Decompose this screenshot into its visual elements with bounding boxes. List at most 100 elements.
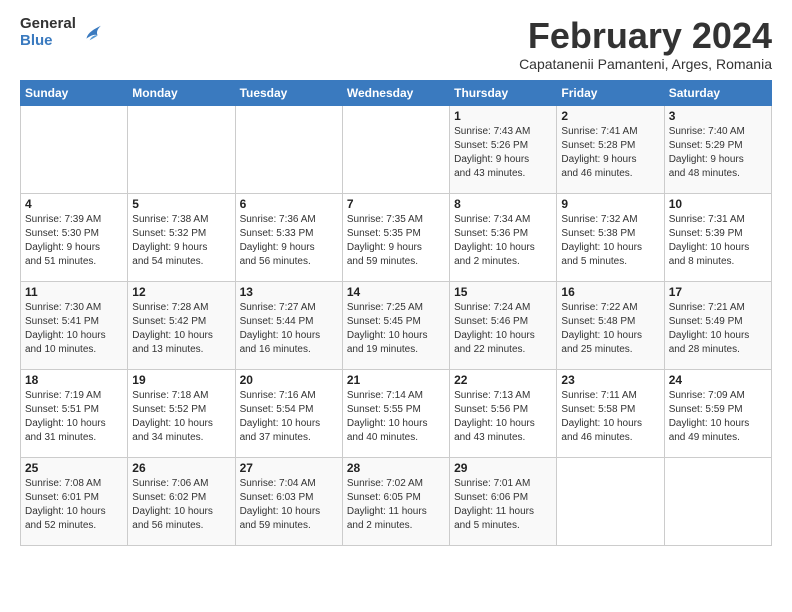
calendar-cell: 10 Sunrise: 7:31 AM Sunset: 5:39 PM Dayli… (664, 193, 771, 281)
day-info: Sunrise: 7:25 AM Sunset: 5:45 PM Dayligh… (347, 301, 445, 357)
day-info: Sunrise: 7:27 AM Sunset: 5:44 PM Dayligh… (240, 301, 338, 357)
calendar-cell (235, 105, 342, 193)
day-info: Sunrise: 7:21 AM Sunset: 5:49 PM Dayligh… (669, 301, 767, 357)
column-header-wednesday: Wednesday (342, 80, 449, 105)
column-header-saturday: Saturday (664, 80, 771, 105)
day-info: Sunrise: 7:28 AM Sunset: 5:42 PM Dayligh… (132, 301, 230, 357)
day-number: 12 (132, 285, 230, 299)
day-info: Sunrise: 7:39 AM Sunset: 5:30 PM Dayligh… (25, 213, 123, 269)
week-row-3: 11 Sunrise: 7:30 AM Sunset: 5:41 PM Dayli… (21, 281, 772, 369)
week-row-5: 25Sunrise: 7:08 AM Sunset: 6:01 PM Dayli… (21, 457, 772, 545)
column-header-monday: Monday (128, 80, 235, 105)
day-info: Sunrise: 7:43 AM Sunset: 5:26 PM Dayligh… (454, 125, 552, 181)
day-number: 1 (454, 109, 552, 123)
column-header-tuesday: Tuesday (235, 80, 342, 105)
day-info: Sunrise: 7:09 AM Sunset: 5:59 PM Dayligh… (669, 389, 767, 445)
column-header-thursday: Thursday (450, 80, 557, 105)
day-number: 23 (561, 373, 659, 387)
calendar-cell: 22 Sunrise: 7:13 AM Sunset: 5:56 PM Dayli… (450, 369, 557, 457)
month-title: February 2024 (519, 16, 772, 56)
calendar-cell: 9Sunrise: 7:32 AM Sunset: 5:38 PM Daylig… (557, 193, 664, 281)
calendar-cell: 26Sunrise: 7:06 AM Sunset: 6:02 PM Dayli… (128, 457, 235, 545)
day-info: Sunrise: 7:19 AM Sunset: 5:51 PM Dayligh… (25, 389, 123, 445)
location-subtitle: Capatanenii Pamanteni, Arges, Romania (519, 56, 772, 72)
day-number: 5 (132, 197, 230, 211)
day-number: 11 (25, 285, 123, 299)
calendar-table: SundayMondayTuesdayWednesdayThursdayFrid… (20, 80, 772, 546)
calendar-cell (21, 105, 128, 193)
calendar-cell: 5 Sunrise: 7:38 AM Sunset: 5:32 PM Daylig… (128, 193, 235, 281)
calendar-cell: 18 Sunrise: 7:19 AM Sunset: 5:51 PM Dayli… (21, 369, 128, 457)
calendar-header: SundayMondayTuesdayWednesdayThursdayFrid… (21, 80, 772, 105)
day-number: 3 (669, 109, 767, 123)
day-info: Sunrise: 7:04 AM Sunset: 6:03 PM Dayligh… (240, 477, 338, 533)
calendar-cell: 6Sunrise: 7:36 AM Sunset: 5:33 PM Daylig… (235, 193, 342, 281)
day-info: Sunrise: 7:16 AM Sunset: 5:54 PM Dayligh… (240, 389, 338, 445)
calendar-cell: 16 Sunrise: 7:22 AM Sunset: 5:48 PM Dayli… (557, 281, 664, 369)
day-number: 20 (240, 373, 338, 387)
calendar-cell: 17 Sunrise: 7:21 AM Sunset: 5:49 PM Dayli… (664, 281, 771, 369)
logo-bird-icon (80, 21, 104, 45)
calendar-cell: 20 Sunrise: 7:16 AM Sunset: 5:54 PM Dayli… (235, 369, 342, 457)
column-header-friday: Friday (557, 80, 664, 105)
calendar-cell (342, 105, 449, 193)
day-number: 29 (454, 461, 552, 475)
week-row-2: 4 Sunrise: 7:39 AM Sunset: 5:30 PM Daylig… (21, 193, 772, 281)
calendar-cell: 2Sunrise: 7:41 AM Sunset: 5:28 PM Daylig… (557, 105, 664, 193)
page-header: General Blue February 2024 Capatanenii P… (20, 16, 772, 72)
day-number: 7 (347, 197, 445, 211)
day-number: 10 (669, 197, 767, 211)
day-info: Sunrise: 7:14 AM Sunset: 5:55 PM Dayligh… (347, 389, 445, 445)
day-number: 22 (454, 373, 552, 387)
day-number: 28 (347, 461, 445, 475)
calendar-cell: 24 Sunrise: 7:09 AM Sunset: 5:59 PM Dayli… (664, 369, 771, 457)
day-info: Sunrise: 7:02 AM Sunset: 6:05 PM Dayligh… (347, 477, 445, 533)
day-info: Sunrise: 7:38 AM Sunset: 5:32 PM Dayligh… (132, 213, 230, 269)
day-number: 15 (454, 285, 552, 299)
day-number: 16 (561, 285, 659, 299)
calendar-cell: 14 Sunrise: 7:25 AM Sunset: 5:45 PM Dayli… (342, 281, 449, 369)
day-number: 19 (132, 373, 230, 387)
logo-blue-text: Blue (20, 33, 76, 50)
day-info: Sunrise: 7:08 AM Sunset: 6:01 PM Dayligh… (25, 477, 123, 533)
calendar-cell (557, 457, 664, 545)
calendar-cell: 25Sunrise: 7:08 AM Sunset: 6:01 PM Dayli… (21, 457, 128, 545)
day-number: 6 (240, 197, 338, 211)
day-info: Sunrise: 7:18 AM Sunset: 5:52 PM Dayligh… (132, 389, 230, 445)
day-info: Sunrise: 7:31 AM Sunset: 5:39 PM Dayligh… (669, 213, 767, 269)
day-info: Sunrise: 7:22 AM Sunset: 5:48 PM Dayligh… (561, 301, 659, 357)
calendar-cell: 1 Sunrise: 7:43 AM Sunset: 5:26 PM Daylig… (450, 105, 557, 193)
calendar-cell: 23 Sunrise: 7:11 AM Sunset: 5:58 PM Dayli… (557, 369, 664, 457)
calendar-cell: 29 Sunrise: 7:01 AM Sunset: 6:06 PM Dayli… (450, 457, 557, 545)
day-number: 8 (454, 197, 552, 211)
calendar-cell: 13 Sunrise: 7:27 AM Sunset: 5:44 PM Dayli… (235, 281, 342, 369)
title-area: February 2024 Capatanenii Pamanteni, Arg… (519, 16, 772, 72)
day-number: 13 (240, 285, 338, 299)
day-info: Sunrise: 7:13 AM Sunset: 5:56 PM Dayligh… (454, 389, 552, 445)
day-info: Sunrise: 7:01 AM Sunset: 6:06 PM Dayligh… (454, 477, 552, 533)
day-number: 18 (25, 373, 123, 387)
week-row-1: 1 Sunrise: 7:43 AM Sunset: 5:26 PM Daylig… (21, 105, 772, 193)
day-info: Sunrise: 7:40 AM Sunset: 5:29 PM Dayligh… (669, 125, 767, 181)
week-row-4: 18 Sunrise: 7:19 AM Sunset: 5:51 PM Dayli… (21, 369, 772, 457)
logo: General Blue (20, 16, 104, 49)
day-info: Sunrise: 7:30 AM Sunset: 5:41 PM Dayligh… (25, 301, 123, 357)
calendar-cell: 19 Sunrise: 7:18 AM Sunset: 5:52 PM Dayli… (128, 369, 235, 457)
calendar-cell: 21Sunrise: 7:14 AM Sunset: 5:55 PM Dayli… (342, 369, 449, 457)
day-number: 24 (669, 373, 767, 387)
calendar-cell: 11 Sunrise: 7:30 AM Sunset: 5:41 PM Dayli… (21, 281, 128, 369)
day-number: 17 (669, 285, 767, 299)
day-info: Sunrise: 7:41 AM Sunset: 5:28 PM Dayligh… (561, 125, 659, 181)
day-info: Sunrise: 7:24 AM Sunset: 5:46 PM Dayligh… (454, 301, 552, 357)
day-info: Sunrise: 7:11 AM Sunset: 5:58 PM Dayligh… (561, 389, 659, 445)
calendar-cell: 8Sunrise: 7:34 AM Sunset: 5:36 PM Daylig… (450, 193, 557, 281)
calendar-body: 1 Sunrise: 7:43 AM Sunset: 5:26 PM Daylig… (21, 105, 772, 545)
day-number: 14 (347, 285, 445, 299)
day-info: Sunrise: 7:06 AM Sunset: 6:02 PM Dayligh… (132, 477, 230, 533)
day-number: 4 (25, 197, 123, 211)
calendar-cell: 7Sunrise: 7:35 AM Sunset: 5:35 PM Daylig… (342, 193, 449, 281)
day-number: 27 (240, 461, 338, 475)
calendar-cell (128, 105, 235, 193)
calendar-cell (664, 457, 771, 545)
calendar-cell: 27 Sunrise: 7:04 AM Sunset: 6:03 PM Dayli… (235, 457, 342, 545)
